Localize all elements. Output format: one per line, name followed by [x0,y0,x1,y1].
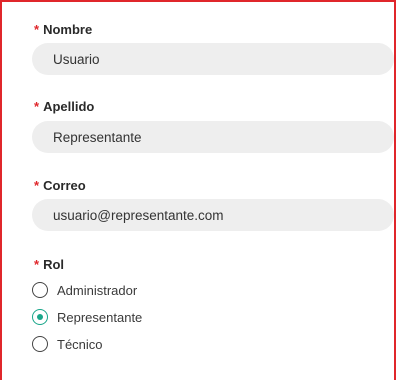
radio-label: Representante [57,309,143,325]
correo-field-group: * Correo [34,178,86,194]
required-marker: * [34,178,40,193]
rol-label: * Rol [34,257,64,273]
correo-label-text: Correo [43,178,86,193]
correo-input[interactable] [32,199,394,231]
radio-label: Administrador [57,282,138,298]
nombre-input[interactable] [32,43,394,75]
radio-option-administrador[interactable]: Administrador [32,280,137,300]
radio-option-tecnico[interactable]: Técnico [32,334,103,354]
apellido-label-text: Apellido [43,99,95,114]
radio-label: Técnico [57,336,103,352]
required-marker: * [34,257,40,272]
correo-label: * Correo [34,178,86,194]
nombre-field-group: * Nombre [34,22,92,38]
rol-label-text: Rol [43,257,65,272]
radio-checked-icon[interactable] [32,309,48,325]
nombre-label-text: Nombre [43,22,93,37]
required-marker: * [34,99,40,114]
required-marker: * [34,22,40,37]
radio-unchecked-icon[interactable] [32,282,48,298]
rol-field-group: * Rol [34,257,64,273]
nombre-label: * Nombre [34,22,92,38]
radio-unchecked-icon[interactable] [32,336,48,352]
radio-dot-icon [37,314,43,320]
apellido-field-group: * Apellido [34,99,94,115]
form-container: *Nombre *Apellido *Correo *Rol Administr… [0,0,396,380]
apellido-input[interactable] [32,121,394,153]
apellido-label: * Apellido [34,99,94,115]
radio-option-representante[interactable]: Representante [32,307,142,327]
